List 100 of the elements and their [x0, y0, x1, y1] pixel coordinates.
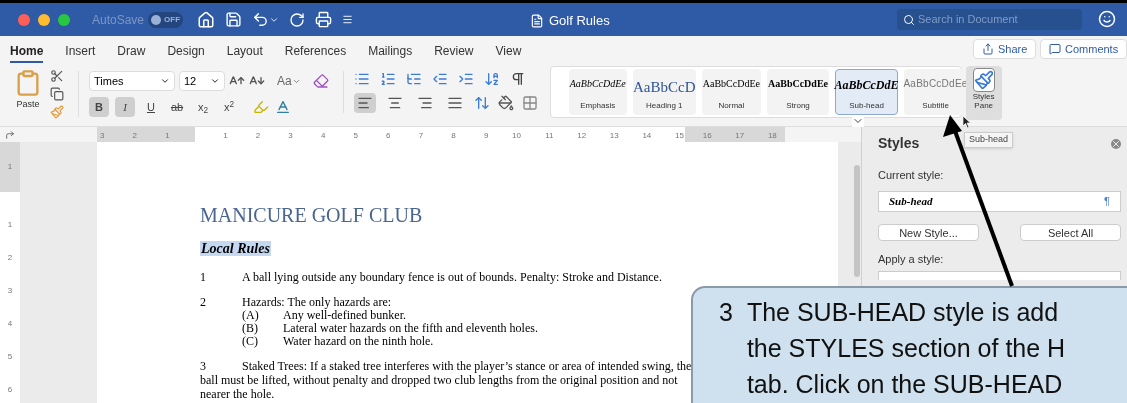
style-tile[interactable]: AaBbCcDdEe Strong: [767, 69, 829, 115]
style-tile[interactable]: AaBbCcDdEe Normal: [701, 69, 761, 115]
clear-formatting-icon[interactable]: [312, 73, 329, 89]
format-button[interactable]: ab: [167, 97, 187, 117]
ruler-number: 5: [352, 130, 358, 142]
ruler-number: 16: [701, 130, 713, 142]
ruler-number: 3: [287, 130, 293, 142]
close-icon[interactable]: [1111, 138, 1121, 149]
ribbon-tab[interactable]: Review: [434, 36, 474, 63]
search-field[interactable]: Search in Document: [897, 9, 1082, 30]
rule-paragraph: 3 Staked Trees: If a staked tree interferes with the player’s stance or area of intended swing, the ball must be lifted, without penalty and dropped two club lengths from the original position and not nearer the hole.: [200, 359, 693, 401]
font-color-icon[interactable]: [275, 99, 291, 115]
pane-button[interactable]: Select All: [1020, 223, 1121, 241]
item-label: (A): [242, 309, 260, 322]
ribbon-tab[interactable]: Draw: [117, 36, 146, 63]
save-icon[interactable]: [225, 11, 243, 28]
ribbon-tab[interactable]: Layout: [226, 36, 263, 63]
borders-icon[interactable]: [521, 95, 538, 111]
sort-icon[interactable]: [483, 71, 500, 87]
format-button[interactable]: x$_{2}$: [193, 97, 213, 117]
ruler-number: 6: [7, 383, 13, 396]
item-text: Water hazard on the ninth hole.: [283, 335, 434, 348]
pane-button[interactable]: New Style...: [878, 223, 979, 241]
style-tile[interactable]: AaBbCcDdEe Subtitle: [904, 69, 967, 115]
redo-icon[interactable]: [289, 11, 306, 28]
undo-icon[interactable]: [252, 11, 270, 28]
brush-icon: [972, 68, 995, 92]
search-icon: [903, 13, 915, 26]
search-input[interactable]: Search in Document: [918, 11, 1068, 28]
paste-button[interactable]: Paste: [14, 68, 42, 112]
ribbon-tab[interactable]: References: [284, 36, 347, 63]
line-spacing-icon[interactable]: [473, 95, 490, 111]
format-button[interactable]: x$^{2}$: [219, 97, 239, 117]
ruler-number: 15: [674, 130, 684, 142]
ruler-number: 17: [734, 130, 746, 142]
apply-style-field[interactable]: [878, 271, 1121, 280]
home-icon[interactable]: [197, 10, 216, 29]
font-size-dropdown[interactable]: 12: [179, 71, 225, 91]
comments-button[interactable]: Comments: [1040, 39, 1127, 59]
item-label: (C): [242, 335, 259, 348]
style-tile[interactable]: AaBbCcD Heading 1: [632, 69, 696, 115]
customize-icon[interactable]: [342, 14, 354, 25]
minimize-button[interactable]: [38, 13, 50, 26]
rule-paragraph: 1 A ball lying outside any boundary fence is out of bounds. Penalty: Stroke and Distance.: [200, 270, 663, 284]
increase-indent-icon[interactable]: [457, 71, 474, 87]
caret-icon: [210, 76, 220, 86]
document-icon[interactable]: [530, 13, 544, 28]
tooltip: Sub-head: [964, 132, 1014, 148]
format-button[interactable]: I: [115, 97, 135, 117]
ruler-number: 13: [608, 130, 619, 142]
close-button[interactable]: [18, 13, 30, 26]
align-button[interactable]: [353, 93, 376, 113]
scrollbar[interactable]: [854, 165, 860, 277]
ruler-number: 9: [482, 130, 489, 142]
autosave-toggle[interactable]: OFF: [148, 11, 184, 28]
style-tile[interactable]: AaBbCcDdEe Emphasis: [568, 69, 627, 115]
copy-icon[interactable]: [50, 87, 64, 101]
callout-text: the STYLES section of the H: [746, 333, 1066, 364]
zoom-button[interactable]: [58, 13, 70, 26]
style-tile[interactable]: AaBbCcDdE Sub-head: [835, 69, 898, 115]
scissors-icon[interactable]: [50, 69, 64, 83]
comment-icon: [1049, 43, 1061, 55]
field-label: Current style:: [878, 168, 945, 183]
ribbon-tab[interactable]: Insert: [65, 36, 96, 63]
item-label: (B): [242, 322, 258, 335]
tab-stop-icon[interactable]: [5, 129, 15, 140]
format-button[interactable]: U: [141, 97, 161, 117]
ribbon-tab[interactable]: Mailings: [368, 36, 413, 63]
ruler-number: 5: [7, 350, 13, 363]
numbering-icon[interactable]: [379, 71, 396, 87]
subhead-text: Local Rules: [200, 241, 271, 256]
item-text: Lateral water hazards on the fifth and eleventh holes.: [283, 322, 538, 335]
font-dropdown[interactable]: Times: [89, 71, 175, 91]
ribbon-tab[interactable]: Design: [167, 36, 205, 63]
ruler-number: 4: [319, 130, 326, 142]
field-label: Apply a style:: [878, 251, 945, 267]
expand-gallery-icon[interactable]: [852, 115, 864, 127]
ruler-number: 4: [7, 317, 13, 330]
format-button[interactable]: B: [89, 97, 109, 117]
ruler-number: 10: [511, 130, 521, 142]
share-button[interactable]: Share: [973, 39, 1037, 59]
rule-number: 2: [200, 295, 207, 309]
decrease-indent-icon[interactable]: [431, 71, 448, 87]
ribbon-tab[interactable]: View: [495, 36, 522, 63]
account-icon[interactable]: [1098, 10, 1116, 28]
ruler-number: 3: [99, 130, 106, 142]
ruler-number: 3: [7, 284, 13, 297]
shading-icon[interactable]: [497, 95, 514, 111]
ruler-number: 1: [164, 130, 171, 142]
ruler-number: 1: [7, 218, 13, 231]
change-case-button[interactable]: Aa: [277, 72, 301, 90]
styles-pane-button[interactable]: Styles Pane: [965, 66, 1002, 120]
rule-text: Hazards: The only hazards are:: [242, 295, 392, 309]
current-style-field[interactable]: Sub-head ¶: [878, 190, 1121, 212]
autosave-label: AutoSave: [92, 11, 145, 29]
print-icon[interactable]: [315, 11, 333, 28]
ruler-number: 2: [131, 130, 139, 142]
multilevel-list-icon[interactable]: [405, 71, 422, 87]
bullets-icon[interactable]: [353, 71, 370, 87]
ruler-number: 11: [544, 130, 554, 142]
